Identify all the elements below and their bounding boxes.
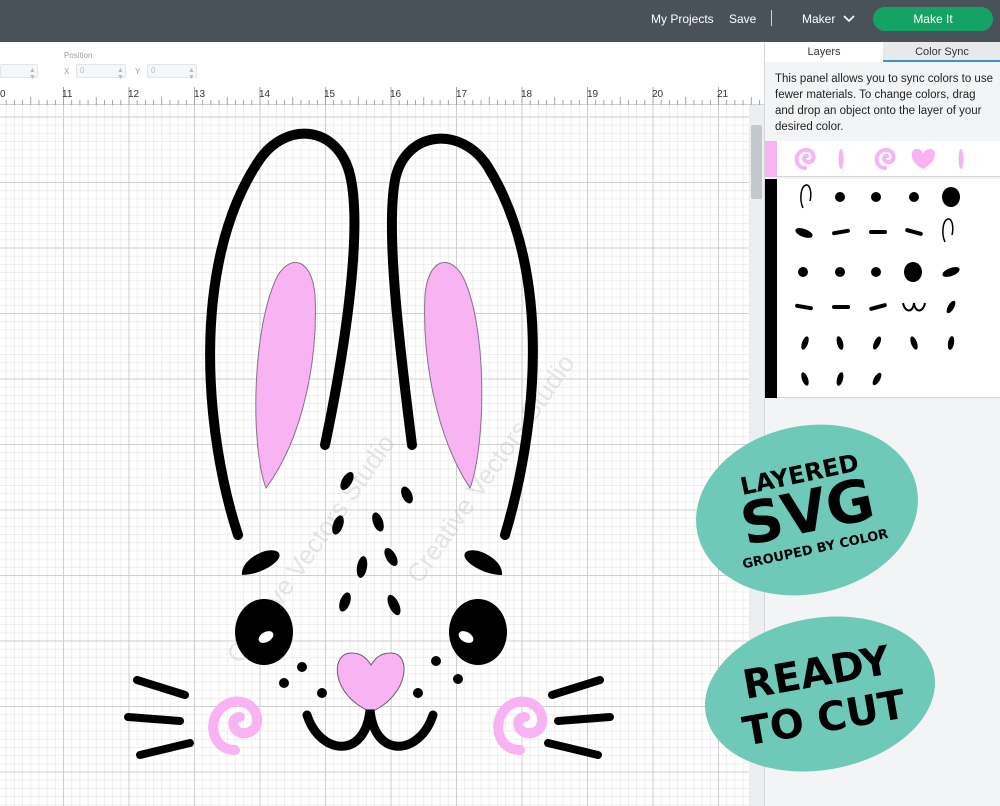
right-cheek-swirl[interactable] — [493, 696, 548, 755]
black-layer-thumbnails — [794, 184, 961, 386]
my-projects-link[interactable]: My Projects — [651, 0, 714, 42]
left-cheek-swirl[interactable] — [208, 696, 263, 755]
ruler-label: 17 — [456, 89, 468, 100]
left-whiskers[interactable] — [124, 676, 194, 759]
black-layer-objects — [777, 179, 1000, 398]
swirl-thumbnail[interactable] — [874, 147, 896, 170]
dot-thumbnail[interactable] — [909, 192, 919, 202]
make-it-button[interactable]: Make It — [873, 7, 993, 31]
stroke-thumbnail[interactable] — [838, 149, 844, 169]
pink-layer-row — [777, 141, 1000, 177]
pink-color-swatch[interactable] — [765, 141, 777, 177]
dot-thumbnail[interactable] — [835, 267, 845, 277]
heart-nose[interactable] — [336, 652, 405, 713]
spot-thumbnail[interactable] — [871, 371, 883, 386]
spot-thumbnail[interactable] — [871, 335, 882, 350]
smile-thumbnail[interactable] — [902, 302, 926, 312]
dot-thumbnail[interactable] — [798, 267, 808, 277]
scrollbar-thumb[interactable] — [751, 125, 762, 199]
ear-thumbnail[interactable] — [800, 184, 812, 209]
right-eye[interactable] — [449, 599, 507, 665]
swirl-thumbnail[interactable] — [794, 147, 816, 170]
dot-thumbnail[interactable] — [871, 192, 881, 202]
pink-layer-objects — [794, 147, 964, 170]
dash-thumbnail[interactable] — [869, 303, 887, 312]
stepper-arrows-icon[interactable]: ▲ ▼ — [188, 67, 195, 81]
x-label: X — [64, 67, 70, 76]
ruler-label: 19 — [587, 89, 599, 100]
ruler-label: 11 — [62, 89, 73, 100]
horizontal-ruler: 0 11 12 13 14 15 16 17 18 19 20 21 — [0, 87, 764, 105]
ruler-label: 15 — [324, 89, 336, 100]
heart-thumbnail[interactable] — [911, 149, 936, 169]
toolbar-divider — [771, 10, 772, 26]
spot-thumbnail[interactable] — [945, 299, 957, 314]
dash-thumbnail[interactable] — [795, 303, 813, 311]
dash-thumbnail[interactable] — [832, 305, 850, 309]
dot-thumbnail[interactable] — [835, 192, 845, 202]
y-label: Y — [135, 67, 141, 76]
dot-thumbnail[interactable] — [871, 267, 881, 277]
ruler-label: 0 — [0, 89, 6, 100]
stepper-arrows-icon[interactable]: ▲ ▼ — [117, 67, 124, 81]
black-color-swatch[interactable] — [765, 179, 777, 398]
design-canvas[interactable]: Creative Vectors Studio Creative Vectors… — [0, 105, 764, 806]
right-brow[interactable] — [464, 550, 503, 575]
machine-select[interactable]: Maker — [802, 0, 835, 42]
save-button[interactable]: Save — [729, 0, 756, 42]
left-eye[interactable] — [235, 599, 293, 665]
ruler-label: 21 — [717, 89, 729, 100]
ear-thumbnail[interactable] — [942, 218, 954, 243]
eye-thumbnail[interactable] — [942, 187, 960, 207]
spot-thumbnail[interactable] — [909, 335, 919, 350]
top-bar: My Projects Save Maker Make It — [0, 0, 1000, 42]
panel-description: This panel allows you to sync colors to … — [775, 73, 993, 133]
bunny-design[interactable]: Creative Vectors Studio Creative Vectors… — [0, 105, 764, 806]
ruler-label: 20 — [652, 89, 664, 100]
smile-mouth[interactable] — [302, 709, 438, 751]
panel-tabs: Layers Color Sync — [765, 42, 1000, 62]
ruler-label: 14 — [259, 89, 271, 100]
spot-thumbnail[interactable] — [835, 335, 844, 350]
spot-thumbnail[interactable] — [800, 371, 810, 386]
eye-thumbnail[interactable] — [904, 262, 922, 282]
layered-svg-badge: LAYERED SVG GROUPED BY COLOR — [696, 424, 918, 596]
stepper-arrows-icon[interactable]: ▲ ▼ — [29, 67, 36, 81]
ruler-label: 12 — [128, 89, 140, 100]
edit-toolbar: ▲ ▼ Position X 0 ▲ ▼ Y 0 ▲ ▼ — [0, 42, 764, 87]
watermark-text: Creative Vectors Studio — [400, 349, 580, 589]
ruler-label: 18 — [521, 89, 533, 100]
spot-thumbnail[interactable] — [947, 336, 955, 351]
ruler-label: 16 — [390, 89, 402, 100]
dash-thumbnail[interactable] — [832, 228, 850, 236]
dash-thumbnail[interactable] — [905, 228, 923, 237]
dash-thumbnail[interactable] — [794, 226, 814, 240]
position-label: Position — [64, 51, 93, 60]
stroke-thumbnail[interactable] — [958, 149, 964, 169]
spot-thumbnail[interactable] — [835, 371, 844, 386]
ready-to-cut-badge: READY TO CUT — [705, 616, 935, 772]
dash-thumbnail[interactable] — [869, 230, 887, 234]
spot-thumbnail[interactable] — [800, 335, 810, 350]
chevron-down-icon[interactable] — [843, 14, 855, 24]
right-inner-ear[interactable] — [424, 261, 483, 490]
ruler-ticks — [5, 87, 760, 105]
right-whiskers[interactable] — [544, 676, 614, 759]
tab-layers[interactable]: Layers — [765, 42, 883, 62]
tab-color-sync[interactable]: Color Sync — [883, 42, 1000, 62]
left-inner-ear[interactable] — [255, 261, 316, 490]
left-brow[interactable] — [241, 550, 280, 575]
ruler-label: 13 — [194, 89, 206, 100]
dash-thumbnail[interactable] — [941, 265, 961, 279]
